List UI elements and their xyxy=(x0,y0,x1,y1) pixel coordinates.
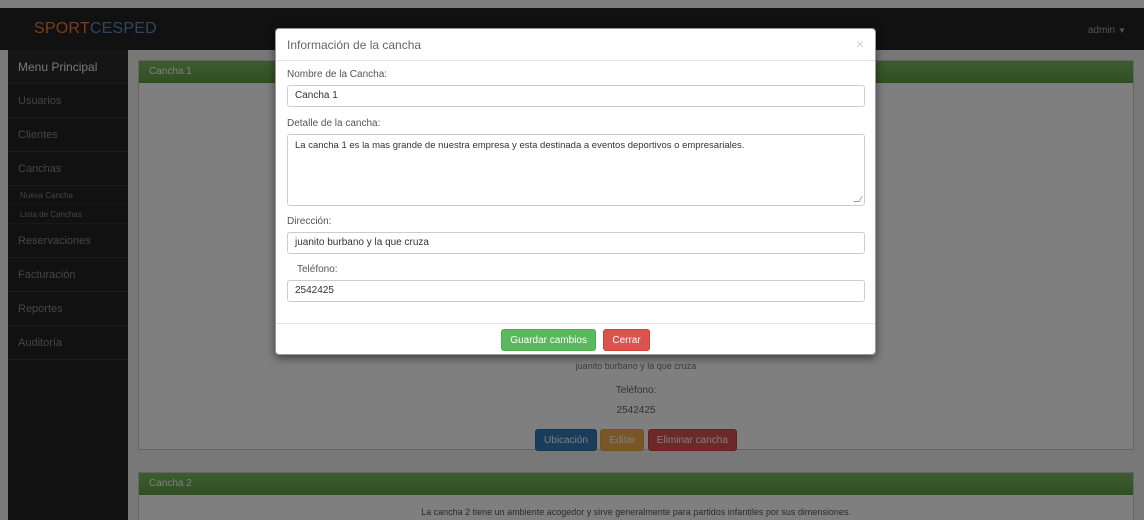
cancha-info-modal: Información de la cancha × Nombre de la … xyxy=(275,28,876,355)
detail-textarea[interactable]: La cancha 1 es la mas grande de nuestra … xyxy=(287,134,865,206)
detail-text: La cancha 1 es la mas grande de nuestra … xyxy=(295,140,745,151)
address-label: Dirección: xyxy=(287,216,332,227)
modal-body: Nombre de la Cancha: Cancha 1 Detalle de… xyxy=(276,61,875,323)
phone-label: Teléfono: xyxy=(297,264,338,275)
address-field[interactable]: juanito burbano y la que cruza xyxy=(287,232,865,254)
modal-footer: Guardar cambios Cerrar xyxy=(276,323,875,354)
modal-title: Información de la cancha xyxy=(287,38,422,52)
save-changes-button[interactable]: Guardar cambios xyxy=(501,329,596,351)
close-icon[interactable]: × xyxy=(856,36,864,52)
name-label: Nombre de la Cancha: xyxy=(287,69,388,80)
detail-label: Detalle de la cancha: xyxy=(287,118,381,129)
modal-header: Información de la cancha × xyxy=(276,29,875,61)
phone-field[interactable]: 2542425 xyxy=(287,280,865,302)
close-button[interactable]: Cerrar xyxy=(603,329,650,351)
name-field[interactable]: Cancha 1 xyxy=(287,85,865,107)
resize-handle-icon[interactable] xyxy=(853,196,863,202)
